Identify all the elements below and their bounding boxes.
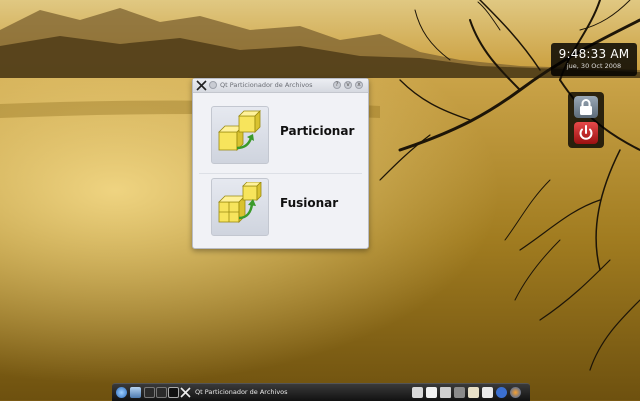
clock-date: jue, 30 Oct 2008 xyxy=(566,62,622,70)
fusionar-tile[interactable] xyxy=(211,178,269,236)
network-icon[interactable] xyxy=(454,387,465,398)
split-cubes-icon xyxy=(218,110,261,151)
power-icon xyxy=(579,125,593,140)
window-titlebar[interactable]: Qt Particionador de Archivos ? v x xyxy=(193,79,368,93)
folder-icon[interactable] xyxy=(412,387,423,398)
fusionar-button[interactable]: Fusionar xyxy=(199,175,362,239)
desktop-icon[interactable] xyxy=(130,387,141,398)
firefox-icon[interactable] xyxy=(510,387,521,398)
minimize-icon[interactable]: v xyxy=(344,81,352,89)
clipboard-icon[interactable] xyxy=(468,387,479,398)
particionar-button[interactable]: Particionar xyxy=(199,103,362,167)
printer-icon[interactable] xyxy=(482,387,493,398)
particionar-tile[interactable] xyxy=(211,106,269,164)
app-icon[interactable] xyxy=(196,80,207,91)
taskbar-task-qt-particionador[interactable]: Qt Particionador de Archivos xyxy=(179,386,359,399)
taskbar: Qt Particionador de Archivos xyxy=(112,383,530,401)
bluetooth-icon[interactable] xyxy=(496,387,507,398)
app-window: Qt Particionador de Archivos ? v x Parti… xyxy=(192,78,369,249)
clock-widget[interactable]: 9:48:33 AM jue, 30 Oct 2008 xyxy=(551,43,637,76)
lock-screen-button[interactable] xyxy=(574,96,598,118)
fusionar-label: Fusionar xyxy=(280,196,339,210)
logout-button[interactable] xyxy=(574,122,598,144)
taskbar-task-label: Qt Particionador de Archivos xyxy=(195,388,288,396)
volume-icon[interactable] xyxy=(440,387,451,398)
document-icon[interactable] xyxy=(426,387,437,398)
divider xyxy=(199,173,362,174)
lock-icon xyxy=(580,99,592,115)
pin-icon[interactable] xyxy=(209,81,217,89)
pager-icon-2[interactable] xyxy=(156,387,167,398)
kde-menu-icon[interactable] xyxy=(116,387,127,398)
clock-time: 9:48:33 AM xyxy=(558,47,630,61)
merge-cubes-icon xyxy=(218,182,262,223)
session-widget xyxy=(568,92,604,148)
task-app-icon xyxy=(180,387,191,398)
particionar-label: Particionar xyxy=(280,124,355,138)
terminal-icon[interactable] xyxy=(168,387,179,398)
window-title: Qt Particionador de Archivos xyxy=(220,81,313,89)
help-icon[interactable]: ? xyxy=(333,81,341,89)
close-icon[interactable]: x xyxy=(355,81,363,89)
pager-icon[interactable] xyxy=(144,387,155,398)
